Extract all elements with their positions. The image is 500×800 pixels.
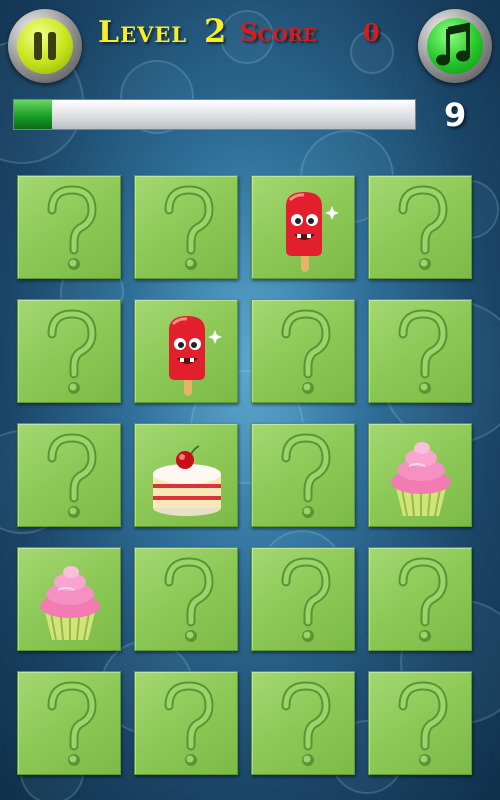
cherry-cake-icon: [153, 445, 221, 516]
card-revealed[interactable]: [368, 423, 472, 527]
progress-bar-fill: [14, 100, 53, 129]
card-hidden[interactable]: [251, 423, 355, 527]
question-mark-icon: [164, 185, 214, 270]
score-value: 0: [363, 18, 380, 47]
popsicle-icon: [286, 192, 339, 272]
pause-button[interactable]: [8, 9, 82, 83]
music-note-icon: [436, 22, 470, 66]
card-hidden[interactable]: [134, 175, 238, 279]
question-mark-icon: [398, 681, 448, 766]
question-mark-icon: [398, 557, 448, 642]
question-mark-icon: [281, 557, 331, 642]
question-mark-icon: [281, 681, 331, 766]
card-hidden[interactable]: [251, 671, 355, 775]
card-hidden[interactable]: [17, 299, 121, 403]
card-revealed[interactable]: [17, 547, 121, 651]
level-label: Level: [98, 15, 188, 50]
question-mark-icon: [47, 185, 97, 270]
card-hidden[interactable]: [17, 423, 121, 527]
question-mark-icon: [164, 681, 214, 766]
card-revealed[interactable]: [134, 423, 238, 527]
card-hidden[interactable]: [251, 547, 355, 651]
card-hidden[interactable]: [368, 671, 472, 775]
pause-icon: [34, 32, 56, 60]
card-revealed[interactable]: [251, 175, 355, 279]
level-number: 2: [204, 12, 227, 50]
card-hidden[interactable]: [17, 175, 121, 279]
question-mark-icon: [47, 309, 97, 394]
music-toggle-button[interactable]: [418, 9, 492, 83]
card-hidden[interactable]: [17, 671, 121, 775]
cupcake-icon: [391, 442, 451, 517]
score-label: Score: [240, 18, 317, 47]
card-revealed[interactable]: [134, 299, 238, 403]
card-hidden[interactable]: [368, 299, 472, 403]
popsicle-icon: [169, 316, 222, 396]
question-mark-icon: [398, 185, 448, 270]
card-hidden[interactable]: [368, 547, 472, 651]
card-hidden[interactable]: [368, 175, 472, 279]
question-mark-icon: [164, 557, 214, 642]
progress-bar: [13, 99, 416, 130]
card-hidden[interactable]: [134, 547, 238, 651]
question-mark-icon: [47, 433, 97, 518]
question-mark-icon: [47, 681, 97, 766]
cupcake-icon: [40, 566, 100, 641]
card-hidden[interactable]: [251, 299, 355, 403]
card-hidden[interactable]: [134, 671, 238, 775]
question-mark-icon: [398, 309, 448, 394]
moves-counter: 9: [444, 96, 467, 134]
question-mark-icon: [281, 433, 331, 518]
question-mark-icon: [281, 309, 331, 394]
